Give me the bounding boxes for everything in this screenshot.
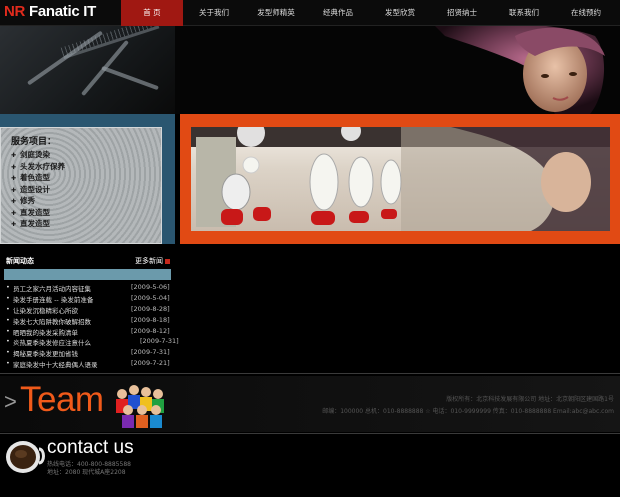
bullet-icon: • xyxy=(6,359,10,368)
bullet-icon: ✚ xyxy=(11,163,17,171)
nav-stylists[interactable]: 发型师精英 xyxy=(245,0,307,26)
service-label: 修秀 xyxy=(20,196,35,205)
news-item-date: [2009-8-12] xyxy=(131,326,170,335)
nav-contact[interactable]: 联系我们 xyxy=(493,0,555,26)
bullet-icon: • xyxy=(6,293,10,302)
news-title: 新闻动态 xyxy=(6,257,34,265)
services-panel: 服务项目： ✚ 剑庭烫染 ✚ 头发水疗保养 ✚ 着色造型 ✚ 造型设计 ✚ 修秀 ✚ 直发造… xyxy=(0,114,175,244)
team-group-photo[interactable] xyxy=(112,380,170,430)
news-item-date: [2009-7-31] xyxy=(131,348,170,357)
news-item-date: [2009-8-28] xyxy=(131,304,170,313)
service-item[interactable]: ✚ 修秀 xyxy=(11,196,65,208)
news-item-date: [2009-5-06] xyxy=(131,283,170,291)
service-label: 直发造型 xyxy=(20,207,50,217)
model-portrait xyxy=(435,26,605,114)
top-bar: NR Fanatic IT 首 页 关于我们 发型师精英 经典作品 发型欣赏 招… xyxy=(0,0,620,26)
news-item[interactable]: • 员工之家六月活动内容征集 [2009-5-06] xyxy=(4,283,180,294)
service-item[interactable]: ✚ 剑庭烫染 xyxy=(11,150,65,162)
news-item-date: [2009-8-18] xyxy=(131,315,170,324)
team-heading[interactable]: Team xyxy=(20,380,104,420)
hair-tools-image xyxy=(0,26,175,114)
nav-works[interactable]: 经典作品 xyxy=(307,0,369,26)
news-item-title[interactable]: 让染发沉稳精彩心所欲 xyxy=(13,305,78,315)
services-list: ✚ 剑庭烫染 ✚ 头发水疗保养 ✚ 着色造型 ✚ 造型设计 ✚ 修秀 ✚ 直发造型 ✚ 直发造… xyxy=(11,150,65,231)
news-item[interactable]: • 炎热夏季染发修应注意什么 [2009-7-31] xyxy=(4,337,180,348)
scissors-graphic xyxy=(26,30,104,86)
news-item[interactable]: • 让染发沉稳精彩心所欲 [2009-8-28] xyxy=(4,305,180,316)
news-item-date: [2009-5-04] xyxy=(131,293,170,302)
services-box: 服务项目： ✚ 剑庭烫染 ✚ 头发水疗保养 ✚ 着色造型 ✚ 造型设计 ✚ 修秀 ✚ 直发造… xyxy=(0,127,162,244)
logo[interactable]: NR Fanatic IT xyxy=(4,3,96,20)
news-item-title[interactable]: 家庭染发中十大经典偶人语录 xyxy=(13,359,98,369)
bullet-icon: • xyxy=(6,283,10,291)
team-arrow: > xyxy=(4,389,17,414)
section-divider xyxy=(0,373,620,374)
news-item[interactable]: • 家庭染发中十大经典偶人语录 [2009-7-21] xyxy=(4,359,180,370)
service-label: 直发造型 xyxy=(20,219,50,228)
contact-address: 地址：2080 现代城A座2208 xyxy=(47,469,126,476)
nav-booking[interactable]: 在线预约 xyxy=(555,0,617,26)
news-item-title[interactable]: 炎热夏季染发修应注意什么 xyxy=(13,337,91,347)
more-news-label: 更多新闻 xyxy=(135,257,163,265)
news-list: • 员工之家六月活动内容征集 [2009-5-06] • 染发手册连载 -- 染发前准… xyxy=(4,283,180,370)
logo-name: Fanatic IT xyxy=(28,3,96,20)
news-item[interactable]: • 揭秘夏季染发更加省钱 [2009-7-31] xyxy=(4,348,180,359)
service-label: 造型设计 xyxy=(20,184,50,194)
nav-about[interactable]: 关于我们 xyxy=(183,0,245,26)
news-item-title[interactable]: 染发手册连载 -- 染发前准备 xyxy=(13,294,93,304)
footer-line-2: 邮编：100000 总机：010-8888888 ☆ 电话：010-999999… xyxy=(322,408,614,415)
contact-section: contact us 热线电话：400-800-8885588 地址：2080 … xyxy=(0,434,620,497)
logo-prefix: NR xyxy=(4,3,26,20)
nav-jobs[interactable]: 招贤纳士 xyxy=(431,0,493,26)
main-nav: 首 页 关于我们 发型师精英 经典作品 发型欣赏 招贤纳士 联系我们 在线预约 xyxy=(121,0,617,26)
service-item[interactable]: ✚ 造型设计 xyxy=(11,185,65,197)
footer-line-1: 版权所有：北京科技发展有限公司 地址：北京朝阳区建国路1号 xyxy=(446,396,614,403)
service-label: 着色造型 xyxy=(20,173,50,182)
bullet-icon: ✚ xyxy=(11,175,17,182)
news-item-title[interactable]: 晒晒我的染发采购清单 xyxy=(13,327,78,337)
news-item[interactable]: • 染发手册连载 -- 染发前准备 [2009-5-04] xyxy=(4,294,180,305)
more-arrow-icon xyxy=(165,258,170,264)
service-item[interactable]: ✚ 直发造型 xyxy=(11,208,65,220)
news-item-date: [2009-7-21] xyxy=(131,359,170,368)
news-item[interactable]: • 晒晒我的染发采购清单 [2009-8-12] xyxy=(4,327,180,338)
footer-info: 版权所有：北京科技发展有限公司 地址：北京朝阳区建国路1号 邮编：100000 … xyxy=(322,394,614,418)
salon-interior-image xyxy=(191,127,610,231)
salon-image-frame xyxy=(180,114,620,244)
brush-graphic xyxy=(101,65,159,91)
service-item[interactable]: ✚ 头发水疗保养 xyxy=(11,162,65,174)
news-item-title[interactable]: 揭秘夏季染发更加省钱 xyxy=(13,348,78,358)
coffee-cup-icon xyxy=(6,441,45,473)
bullet-icon: • xyxy=(6,326,10,335)
nav-home[interactable]: 首 页 xyxy=(121,0,183,26)
bullet-icon: ✚ xyxy=(11,186,17,194)
team-section: > Team 版权所有：北京科技发展有限公司 地址：北京朝阳区建国路1号 邮编：… xyxy=(0,376,620,432)
nav-styles[interactable]: 发型欣赏 xyxy=(369,0,431,26)
news-item-title[interactable]: 员工之家六月活动内容征集 xyxy=(13,283,91,293)
contact-title: contact us xyxy=(47,437,134,458)
services-title: 服务项目： xyxy=(11,137,57,147)
bullet-icon: • xyxy=(6,337,10,346)
news-item[interactable]: • 染发七大陷阱教你破解招数 [2009-8-18] xyxy=(4,316,180,327)
service-item[interactable]: ✚ 着色造型 xyxy=(11,173,65,185)
bullet-icon: ✚ xyxy=(11,152,17,159)
bullet-icon: ✚ xyxy=(11,209,17,217)
comb-graphic xyxy=(60,26,160,60)
news-item-date: [2009-7-31] xyxy=(140,337,179,346)
service-label: 剑庭烫染 xyxy=(20,150,50,159)
service-item[interactable]: ✚ 直发造型 xyxy=(11,219,65,231)
bullet-icon: ✚ xyxy=(11,198,17,205)
bullet-icon: • xyxy=(6,348,10,357)
bullet-icon: • xyxy=(6,304,10,313)
bullet-icon: • xyxy=(6,315,10,324)
news-divider-bar xyxy=(4,269,171,280)
more-news-link[interactable]: 更多新闻 xyxy=(135,256,170,266)
news-item-title[interactable]: 染发七大陷阱教你破解招数 xyxy=(13,316,91,326)
hero-banner xyxy=(0,26,620,114)
bullet-icon: ✚ xyxy=(11,221,17,228)
news-header: 新闻动态 更多新闻 xyxy=(4,255,170,267)
service-label: 头发水疗保养 xyxy=(20,161,65,171)
